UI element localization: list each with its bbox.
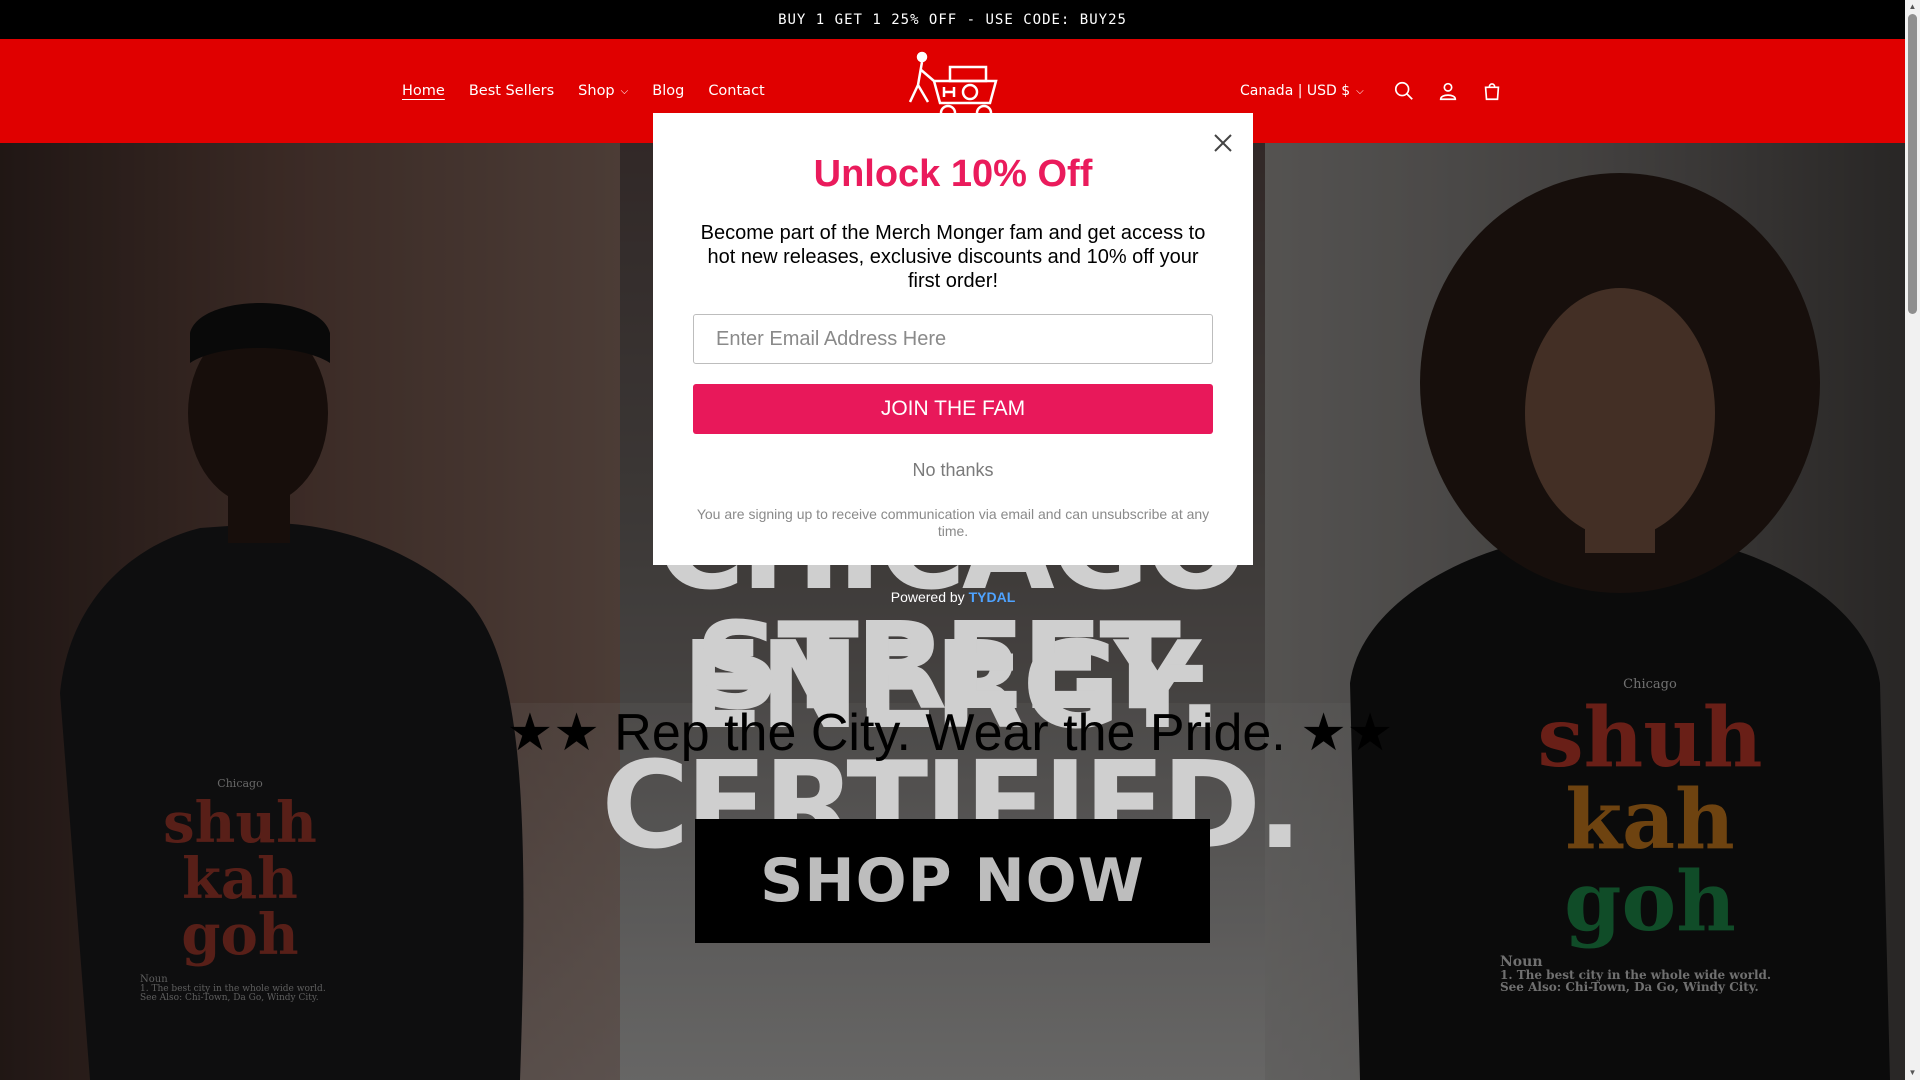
page-scrollbar[interactable]: ▲ ▼ [1905, 0, 1920, 1080]
currency-selector[interactable]: Canada | USD $ ⌵ [1240, 83, 1364, 99]
discount-popup: Unlock 10% Off Become part of the Merch … [653, 113, 1253, 565]
hero-tagline: ★★ Rep the City. Wear the Pride. ★★ [506, 704, 1394, 762]
powered-brand-link[interactable]: TYDAL [969, 589, 1016, 605]
scroll-thumb[interactable] [1908, 14, 1917, 314]
nav-blog-label: Blog [652, 83, 685, 99]
announcement-bar: BUY 1 GET 1 25% OFF - USE CODE: BUY25 [0, 0, 1905, 39]
nav-contact-label: Contact [708, 83, 765, 99]
nav-blog[interactable]: Blog [640, 83, 696, 99]
announcement-text: BUY 1 GET 1 25% OFF - USE CODE: BUY25 [778, 11, 1127, 28]
nav-shop[interactable]: Shop ⌵ [566, 83, 640, 99]
join-button[interactable]: JOIN THE FAM [693, 384, 1213, 434]
scroll-up-arrow-icon[interactable]: ▲ [1908, 2, 1917, 12]
scroll-down-arrow-icon[interactable]: ▼ [1908, 1068, 1917, 1078]
header-utilities: Canada | USD $ ⌵ [1240, 39, 1514, 143]
powered-prefix: Powered by [890, 589, 965, 605]
chevron-down-icon: ⌵ [620, 85, 629, 97]
nav-shop-label: Shop [578, 83, 615, 99]
popup-description: Become part of the Merch Monger fam and … [700, 222, 1206, 292]
chevron-down-icon: ⌵ [1356, 85, 1364, 97]
cart-icon [1484, 83, 1500, 101]
search-icon [1394, 81, 1413, 100]
account-icon [1439, 82, 1456, 101]
search-button[interactable] [1382, 69, 1426, 113]
nav-best-sellers-label: Best Sellers [468, 83, 555, 99]
nav-contact[interactable]: Contact [696, 83, 776, 99]
shop-now-button[interactable]: SHOP NOW [695, 819, 1210, 943]
account-button[interactable] [1426, 69, 1470, 113]
popup-disclaimer: You are signing up to receive communicat… [696, 506, 1210, 539]
nav-home[interactable]: Home [390, 83, 457, 99]
nav-best-sellers[interactable]: Best Sellers [457, 83, 566, 99]
currency-label: Canada | USD $ [1240, 83, 1351, 99]
nav-home-label: Home [402, 83, 445, 99]
cart-button[interactable] [1470, 69, 1514, 113]
no-thanks-link[interactable]: No thanks [653, 460, 1253, 481]
powered-by: Powered by TYDAL [653, 589, 1253, 605]
popup-title: Unlock 10% Off [813, 153, 1093, 195]
email-field[interactable] [693, 314, 1213, 364]
